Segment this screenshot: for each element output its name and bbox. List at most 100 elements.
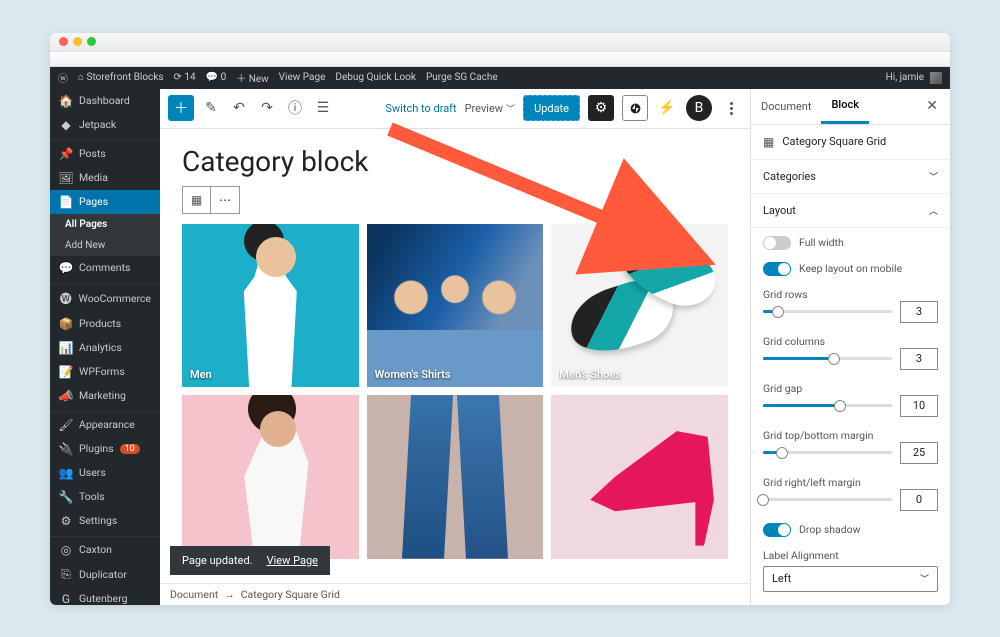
panel-layout[interactable]: Layout ︿	[751, 194, 950, 228]
toggle-keep-mobile-row: Keep layout on mobile	[763, 262, 938, 276]
admin-bar-new[interactable]: ＋ New	[236, 70, 268, 85]
wpforms-icon: 📝	[59, 365, 73, 379]
select-label-alignment[interactable]: Left ﹀	[763, 566, 938, 592]
info-icon[interactable]: ⓘ	[284, 97, 306, 119]
category-cell[interactable]	[367, 395, 544, 559]
breadcrumb-current[interactable]: Category Square Grid	[241, 588, 340, 601]
slider-grid-rl[interactable]	[763, 498, 892, 501]
input-grid-rl[interactable]: 0	[900, 489, 938, 511]
toast-view-page-link[interactable]: View Page	[267, 554, 318, 567]
close-window-icon[interactable]	[59, 37, 68, 46]
slider-grid-rows[interactable]	[763, 310, 892, 313]
sidebar-item-media[interactable]: 🖼Media	[50, 166, 160, 190]
wp-admin-bar: ⓦ ⌂ Storefront Blocks ⟳ 14 💬 0 ＋ New Vie…	[50, 67, 950, 89]
field-grid-rows: Grid rows 3	[763, 288, 938, 323]
admin-bar-site[interactable]: ⌂ Storefront Blocks	[78, 72, 164, 83]
sidebar-item-marketing[interactable]: 📣Marketing	[50, 384, 160, 408]
category-cell[interactable]: Women's Shirts	[367, 224, 544, 388]
toggle-drop-shadow[interactable]	[763, 523, 791, 537]
tab-document[interactable]: Document	[751, 90, 821, 123]
admin-bar-purge[interactable]: Purge SG Cache	[426, 72, 498, 83]
slider-grid-columns[interactable]	[763, 357, 892, 360]
admin-bar-debug[interactable]: Debug Quick Look	[335, 72, 416, 83]
field-label-alignment: Label Alignment Left ﹀	[763, 549, 938, 592]
pages-icon: 📄	[59, 195, 73, 209]
wordpress-logo-icon[interactable]: ⓦ	[58, 70, 68, 85]
tab-block[interactable]: Block	[821, 89, 868, 125]
users-icon: 👥	[59, 466, 73, 480]
outline-icon[interactable]: ☰	[312, 97, 334, 119]
input-grid-rows[interactable]: 3	[900, 301, 938, 323]
panel-categories[interactable]: Categories ﹀	[751, 160, 950, 194]
sidebar-item-products[interactable]: 📦Products	[50, 312, 160, 336]
preview-button[interactable]: Preview ﹀	[465, 102, 515, 115]
avatar[interactable]	[930, 72, 942, 84]
jetpack-button[interactable]	[622, 95, 648, 121]
input-grid-tb[interactable]: 25	[900, 442, 938, 464]
tools-icon: 🔧	[59, 490, 73, 504]
sidebar-item-tools[interactable]: 🔧Tools	[50, 485, 160, 509]
sidebar-item-analytics[interactable]: 📊Analytics	[50, 336, 160, 360]
admin-bar-greeting[interactable]: Hi, jamie	[886, 72, 924, 83]
undo-icon[interactable]: ↶	[228, 97, 250, 119]
sidebar-item-woocommerce[interactable]: 🅦WooCommerce	[50, 283, 160, 312]
toast-notification: Page updated. View Page	[170, 546, 330, 575]
redo-icon[interactable]: ↷	[256, 97, 278, 119]
sidebar-item-gutenberg[interactable]: GGutenberg	[50, 587, 160, 605]
add-block-button[interactable]: ＋	[168, 95, 194, 121]
breadcrumb-root[interactable]: Document	[170, 588, 218, 601]
sidebar-item-comments[interactable]: 💬Comments	[50, 256, 160, 280]
sidebar-item-appearance[interactable]: 🖌Appearance	[50, 411, 160, 437]
slider-grid-tb[interactable]	[763, 451, 892, 454]
admin-bar-view-page[interactable]: View Page	[279, 72, 326, 83]
block-nav-button[interactable]: B	[686, 95, 712, 121]
toggle-keep-mobile[interactable]	[763, 262, 791, 276]
sidebar-item-dashboard[interactable]: 🏠Dashboard	[50, 89, 160, 113]
sidebar-sub-all-pages[interactable]: All Pages	[50, 214, 160, 235]
slider-grid-gap[interactable]	[763, 404, 892, 407]
sidebar-item-caxton[interactable]: ◎Caxton	[50, 536, 160, 562]
category-label: Men's Shoes	[559, 368, 621, 381]
sidebar-item-posts[interactable]: 📌Posts	[50, 140, 160, 166]
admin-bar-updates[interactable]: ⟳ 14	[174, 72, 196, 83]
category-cell[interactable]	[551, 395, 728, 559]
input-grid-gap[interactable]: 10	[900, 395, 938, 417]
dashboard-icon: 🏠	[59, 94, 73, 108]
sidebar-item-jetpack[interactable]: ◆Jetpack	[50, 113, 160, 137]
browser-url-bar[interactable]	[50, 51, 950, 67]
minimize-window-icon[interactable]	[73, 37, 82, 46]
toggle-full-width[interactable]	[763, 236, 791, 250]
edit-tool-icon[interactable]: ✎	[200, 97, 222, 119]
sidebar-item-duplicator[interactable]: ⎘Duplicator	[50, 562, 160, 587]
close-inspector-icon[interactable]: ✕	[914, 98, 950, 114]
analytics-icon: 📊	[59, 341, 73, 355]
amp-icon[interactable]: ⚡	[656, 97, 678, 119]
field-grid-columns: Grid columns 3	[763, 335, 938, 370]
category-cell[interactable]	[182, 395, 359, 559]
page-title[interactable]: Category block	[182, 145, 728, 178]
sidebar-item-wpforms[interactable]: 📝WPForms	[50, 360, 160, 384]
update-button[interactable]: Update	[523, 95, 580, 121]
sidebar-sub-add-new[interactable]: Add New	[50, 235, 160, 256]
field-label-position: Label Position	[763, 604, 938, 605]
category-cell[interactable]: Men's Shoes	[551, 224, 728, 388]
chevron-down-icon: ﹀	[920, 572, 929, 585]
more-options-button[interactable]	[720, 97, 742, 119]
category-cell[interactable]: Men	[182, 224, 359, 388]
admin-bar-comments[interactable]: 💬 0	[206, 72, 227, 83]
settings-gear-button[interactable]: ⚙	[588, 95, 614, 121]
input-grid-columns[interactable]: 3	[900, 348, 938, 370]
field-grid-gap: Grid gap 10	[763, 382, 938, 417]
editor-canvas[interactable]: Category block ▦ ⋯ MenWomen's Shirts Men'…	[160, 129, 750, 583]
block-identity: ▦ Category Square Grid	[751, 125, 950, 160]
sidebar-item-plugins[interactable]: 🔌Plugins 10	[50, 437, 160, 461]
switch-to-draft-link[interactable]: Switch to draft	[385, 102, 456, 115]
sidebar-item-settings[interactable]: ⚙Settings	[50, 509, 160, 533]
maximize-window-icon[interactable]	[87, 37, 96, 46]
block-icon[interactable]: ▦	[183, 187, 211, 213]
sidebar-item-pages[interactable]: 📄Pages	[50, 190, 160, 214]
sidebar-item-users[interactable]: 👥Users	[50, 461, 160, 485]
caxton-icon: ◎	[59, 543, 73, 557]
block-more-icon[interactable]: ⋯	[211, 187, 239, 213]
posts-icon: 📌	[59, 147, 73, 161]
